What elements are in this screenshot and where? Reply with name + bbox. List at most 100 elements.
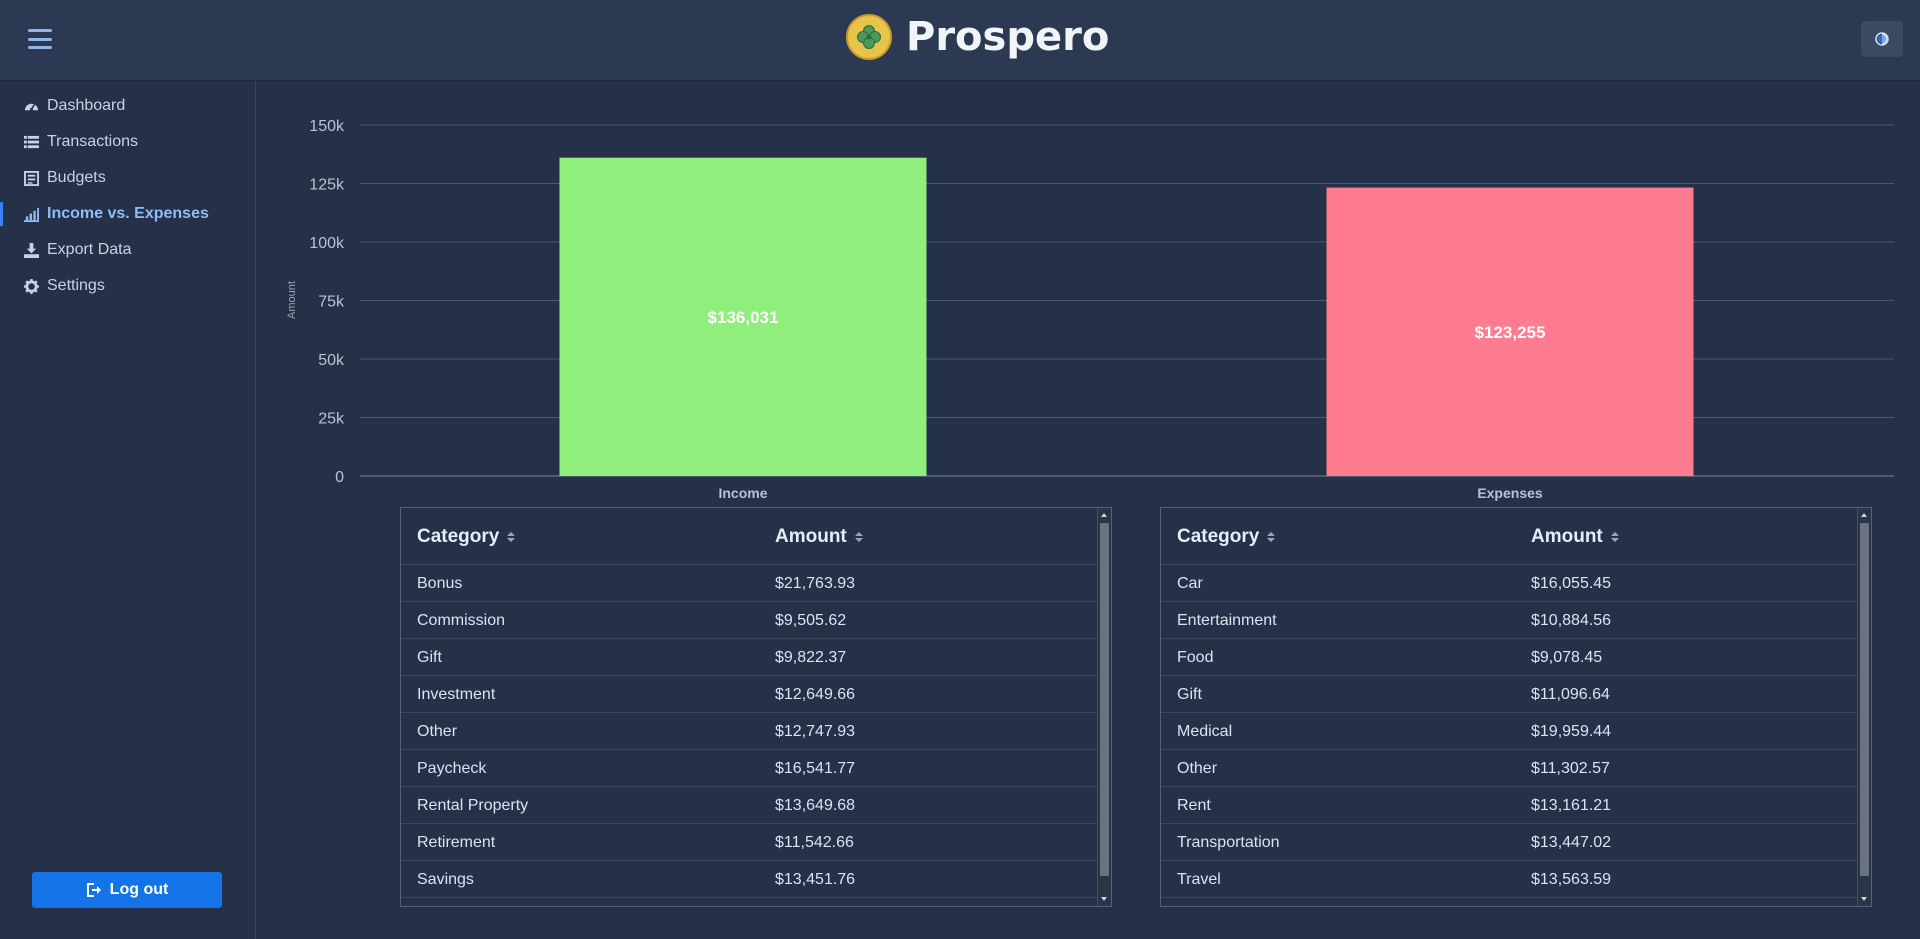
sidebar-item-dashboard[interactable]: Dashboard (0, 91, 255, 121)
bar-chart-icon (24, 207, 39, 222)
logout-label: Log out (109, 881, 169, 898)
sidebar-item-income-vs-expenses[interactable]: Income vs. Expenses (0, 199, 255, 229)
sort-amount-header[interactable]: Amount (775, 526, 863, 548)
table-row: Gift $11,096.64 (1161, 676, 1857, 713)
app-title: Prospero (906, 14, 1110, 60)
category-cell: Travel (1177, 871, 1221, 888)
table-row: Bonus $21,763.93 (401, 565, 1097, 602)
table-body: Bonus $21,763.93 Commission $9,505.62 Gift $9… (401, 565, 1097, 906)
table-row: Utilities$4,705.90 (1161, 898, 1857, 906)
category-cell: Food (1177, 649, 1214, 666)
sidebar-item-label: Income vs. Expenses (47, 205, 209, 222)
category-cell: Gift (417, 649, 442, 666)
category-cell: Bonus (417, 575, 463, 592)
download-icon (24, 243, 39, 258)
table-scrollbar[interactable] (1857, 508, 1871, 906)
table-row: Savings $13,451.76 (401, 861, 1097, 898)
income-table: Category Amount Bonus $21,763.93 Commissio… (400, 507, 1112, 907)
table-scrollbar[interactable] (1097, 508, 1111, 906)
amount-cell: $9,822.37 (775, 649, 847, 666)
logout-icon (86, 883, 101, 897)
category-cell: Entertainment (1177, 612, 1277, 629)
sort-category-header[interactable]: Category (1177, 526, 1276, 548)
scroll-up-arrow-icon[interactable] (1861, 513, 1867, 517)
scroll-down-arrow-icon[interactable] (1861, 897, 1867, 901)
gear-icon (24, 279, 39, 294)
table-row: Investment $12,649.66 (401, 676, 1097, 713)
sidebar-item-transactions[interactable]: Transactions (0, 127, 255, 157)
y-tick-label: 125k (309, 177, 345, 194)
sort-category-header[interactable]: Category (417, 526, 516, 548)
y-tick-label: 150k (309, 118, 345, 135)
sort-icon (854, 532, 863, 542)
y-axis-label: Amount (286, 281, 298, 319)
budget-icon (24, 171, 39, 186)
amount-cell: $11,542.66 (775, 834, 854, 851)
amount-cell: $16,541.77 (775, 760, 856, 777)
brand[interactable]: Prospero (846, 14, 1109, 60)
sidebar-item-label: Settings (47, 277, 105, 294)
scrollbar-thumb[interactable] (1860, 523, 1869, 876)
sidebar-item-label: Dashboard (47, 97, 126, 114)
category-cell: Medical (1177, 723, 1233, 740)
column-header-label: Category (1177, 526, 1260, 547)
theme-toggle-button[interactable] (1861, 21, 1903, 57)
scroll-down-arrow-icon[interactable] (1101, 897, 1107, 901)
category-cell: Rent (1177, 797, 1211, 814)
table-row: Food $9,078.45 (1161, 639, 1857, 676)
logout-button[interactable]: Log out (32, 872, 222, 908)
y-tick-label: 25k (318, 411, 345, 428)
amount-cell: $13,447.02 (1531, 834, 1612, 851)
y-tick-label: 100k (309, 235, 345, 252)
amount-cell: $9,078.45 (1531, 649, 1603, 666)
amount-cell: $10,884.56 (1531, 612, 1612, 629)
scrollbar-thumb[interactable] (1100, 523, 1109, 876)
amount-cell: $12,649.66 (775, 686, 856, 703)
category-cell: Savings (417, 871, 474, 888)
sidebar-item-label: Transactions (47, 133, 138, 150)
table-header: Category Amount (401, 508, 1097, 565)
hamburger-menu-icon[interactable] (28, 29, 52, 49)
sort-icon (1610, 532, 1619, 542)
list-icon (24, 135, 39, 149)
sidebar-item-settings[interactable]: Settings (0, 271, 255, 301)
column-header-label: Category (417, 526, 500, 547)
category-cell: Gift (1177, 686, 1202, 703)
amount-cell: $13,649.68 (775, 797, 856, 814)
chart-svg: 0 25k 50k 75k 100k 125k 150k Amount $136,031 Inco… (286, 118, 1894, 501)
category-cell: Other (417, 723, 458, 740)
sidebar-item-export-data[interactable]: Export Data (0, 235, 255, 265)
sort-amount-header[interactable]: Amount (1531, 526, 1619, 548)
amount-cell: $13,161.21 (1531, 797, 1612, 814)
table-row: Entertainment $10,884.56 (1161, 602, 1857, 639)
scroll-up-arrow-icon[interactable] (1101, 513, 1107, 517)
y-tick-label: 75k (318, 294, 345, 311)
amount-cell: $9,505.62 (775, 612, 847, 629)
category-cell: Commission (417, 612, 506, 629)
column-header-label: Amount (775, 526, 847, 547)
table-row: Transportation $13,447.02 (1161, 824, 1857, 861)
amount-cell: $19,959.44 (1531, 723, 1612, 740)
category-cell: Paycheck (417, 760, 487, 777)
category-cell: Car (1177, 575, 1203, 592)
moon-icon (1875, 32, 1889, 46)
bar-value-label: $123,255 (1475, 323, 1546, 342)
table-row: Social Security$14,356.04 (401, 898, 1097, 906)
x-category-label: Income (718, 485, 767, 501)
table-row: Other $12,747.93 (401, 713, 1097, 750)
sidebar: Dashboard Transactions Budgets Income vs… (0, 81, 256, 939)
sidebar-item-label: Budgets (47, 169, 106, 186)
bar-value-label: $136,031 (708, 308, 779, 327)
income-expenses-chart: 0 25k 50k 75k 100k 125k 150k Amount $136,031 Inco… (256, 100, 1920, 510)
y-tick-label: 50k (318, 352, 345, 369)
table-row: Other $11,302.57 (1161, 750, 1857, 787)
amount-cell: $11,302.57 (1531, 760, 1610, 777)
y-tick-label: 0 (335, 469, 344, 486)
table-row: Paycheck $16,541.77 (401, 750, 1097, 787)
amount-cell: $11,096.64 (1531, 686, 1610, 703)
sidebar-item-label: Export Data (47, 241, 132, 258)
sidebar-item-budgets[interactable]: Budgets (0, 163, 255, 193)
clover-logo-icon (846, 14, 892, 60)
table-row: Retirement $11,542.66 (401, 824, 1097, 861)
category-cell: Other (1177, 760, 1218, 777)
